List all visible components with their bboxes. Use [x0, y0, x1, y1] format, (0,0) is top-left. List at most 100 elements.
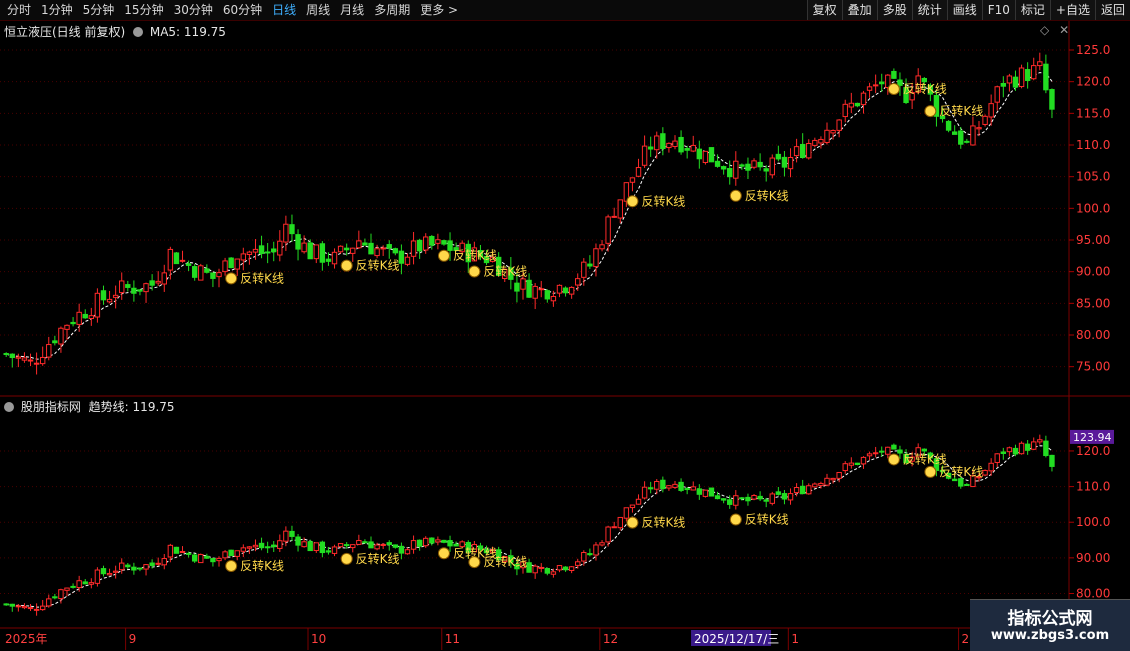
candle-body [739, 164, 745, 167]
candle-body [319, 243, 326, 263]
candle-body [514, 282, 520, 292]
candle-body [581, 261, 587, 278]
close-icon[interactable]: ✕ [1059, 23, 1069, 37]
candle-body [155, 562, 161, 565]
candle-body [587, 553, 593, 556]
top-toolbar: 分时 1分钟 5分钟 15分钟 30分钟 60分钟 日线 周线 月线 多周期 更多 > 复权 叠加 多股… [0, 0, 1130, 21]
candle-body [198, 554, 204, 564]
current-price-text: 123.94 [1073, 431, 1112, 444]
candle-body [635, 167, 642, 177]
candle-body [94, 569, 101, 584]
candle-body [46, 344, 52, 358]
candle-body [672, 140, 678, 148]
signal-label: 反转K线 [939, 103, 983, 118]
period-tab-3[interactable]: 15分钟 [119, 0, 168, 20]
candle-body [277, 540, 283, 549]
candle-body [860, 92, 867, 106]
panel-controls[interactable]: ◇ ✕ [1040, 23, 1069, 37]
signal-label: 反转K线 [483, 554, 527, 569]
candle-body [307, 242, 313, 260]
candle-body [447, 240, 453, 251]
main-y-tick-label: 100.0 [1076, 201, 1110, 215]
candle-body [313, 542, 319, 552]
candle-body [234, 258, 240, 270]
candle-body [781, 156, 788, 168]
toolbar-button-5[interactable]: F10 [981, 0, 1015, 20]
candle-body [423, 236, 429, 251]
candle-body [1024, 69, 1031, 82]
candle-body [216, 272, 222, 278]
ma-line [6, 72, 1053, 360]
money-bag-icon [887, 82, 900, 95]
candle-body [362, 541, 368, 544]
candle-body [39, 605, 46, 611]
ma-value: 119.75 [183, 25, 226, 39]
candle-body [27, 607, 34, 610]
period-tab-6[interactable]: 日线 [267, 0, 301, 20]
candle-body [714, 495, 721, 500]
candle-body [593, 544, 599, 556]
candle-body [647, 146, 654, 150]
candle-body [526, 562, 532, 573]
candle-body [660, 479, 666, 490]
period-tab-10[interactable]: 更多 > [415, 0, 463, 20]
period-tab-5[interactable]: 60分钟 [218, 0, 267, 20]
candle-body [885, 446, 891, 455]
toolbar-button-4[interactable]: 画线 [946, 0, 982, 20]
toolbar-button-2[interactable]: 多股 [876, 0, 912, 20]
candle-body [398, 545, 405, 554]
candle-body [745, 496, 751, 502]
main-y-tick-label: 85.00 [1076, 296, 1110, 310]
candle-body [1012, 76, 1019, 88]
candle-body [702, 150, 709, 163]
candle-body [532, 285, 538, 299]
candle-body [27, 359, 34, 362]
collapse-circle-icon[interactable] [4, 402, 14, 412]
candle-body [88, 582, 95, 585]
period-tab-4[interactable]: 30分钟 [169, 0, 218, 20]
diamond-icon[interactable]: ◇ [1040, 23, 1049, 37]
settings-circle-icon[interactable] [133, 27, 144, 37]
period-tab-8[interactable]: 月线 [335, 0, 369, 20]
candle-body [879, 81, 885, 85]
main-title: 恒立液压(日线 前复权) [4, 25, 126, 39]
candle-body [410, 240, 417, 257]
period-tab-2[interactable]: 5分钟 [78, 0, 120, 20]
candle-body [605, 216, 611, 244]
period-tab-1[interactable]: 1分钟 [36, 0, 78, 20]
candle-body [866, 86, 873, 91]
period-tab-0[interactable]: 分时 [2, 0, 36, 20]
signal-label: 反转K线 [641, 193, 685, 208]
toolbar-button-7[interactable]: +自选 [1049, 0, 1095, 20]
signal-label: 反转K线 [453, 248, 497, 263]
candle-body [727, 168, 733, 178]
candle-body [52, 340, 58, 344]
candle-body [575, 278, 581, 286]
candle-body [812, 139, 818, 146]
main-y-tick-label: 110.0 [1076, 138, 1110, 152]
toolbar-button-1[interactable]: 叠加 [841, 0, 877, 20]
candle-body [131, 566, 137, 571]
kline-chart[interactable]: 反转K线反转K线反转K线反转K线反转K线 反转K线反转K线反转K线 反转K线反转K… [0, 21, 1130, 650]
toolbar-button-0[interactable]: 复权 [806, 0, 842, 20]
candle-body [593, 248, 599, 268]
candle-body [228, 257, 234, 269]
candle-body [854, 462, 861, 466]
candle-body [538, 566, 544, 569]
candle-body [757, 495, 763, 500]
candle-body [830, 129, 836, 134]
candle-body [982, 115, 988, 125]
period-tab-9[interactable]: 多周期 [369, 0, 415, 20]
main-panel-header: 恒立液压(日线 前复权) MA5: 119.75 [4, 23, 226, 40]
candle-body [447, 540, 453, 547]
money-bag-icon [729, 513, 742, 526]
candle-body [751, 160, 757, 168]
candle-body [739, 497, 745, 500]
toolbar-button-6[interactable]: 标记 [1014, 0, 1050, 20]
candle-body [806, 143, 812, 159]
toolbar-button-8[interactable]: 返回 [1094, 0, 1130, 20]
candle-body [654, 481, 660, 490]
candle-body [46, 598, 52, 607]
period-tab-7[interactable]: 周线 [301, 0, 335, 20]
toolbar-button-3[interactable]: 统计 [911, 0, 947, 20]
